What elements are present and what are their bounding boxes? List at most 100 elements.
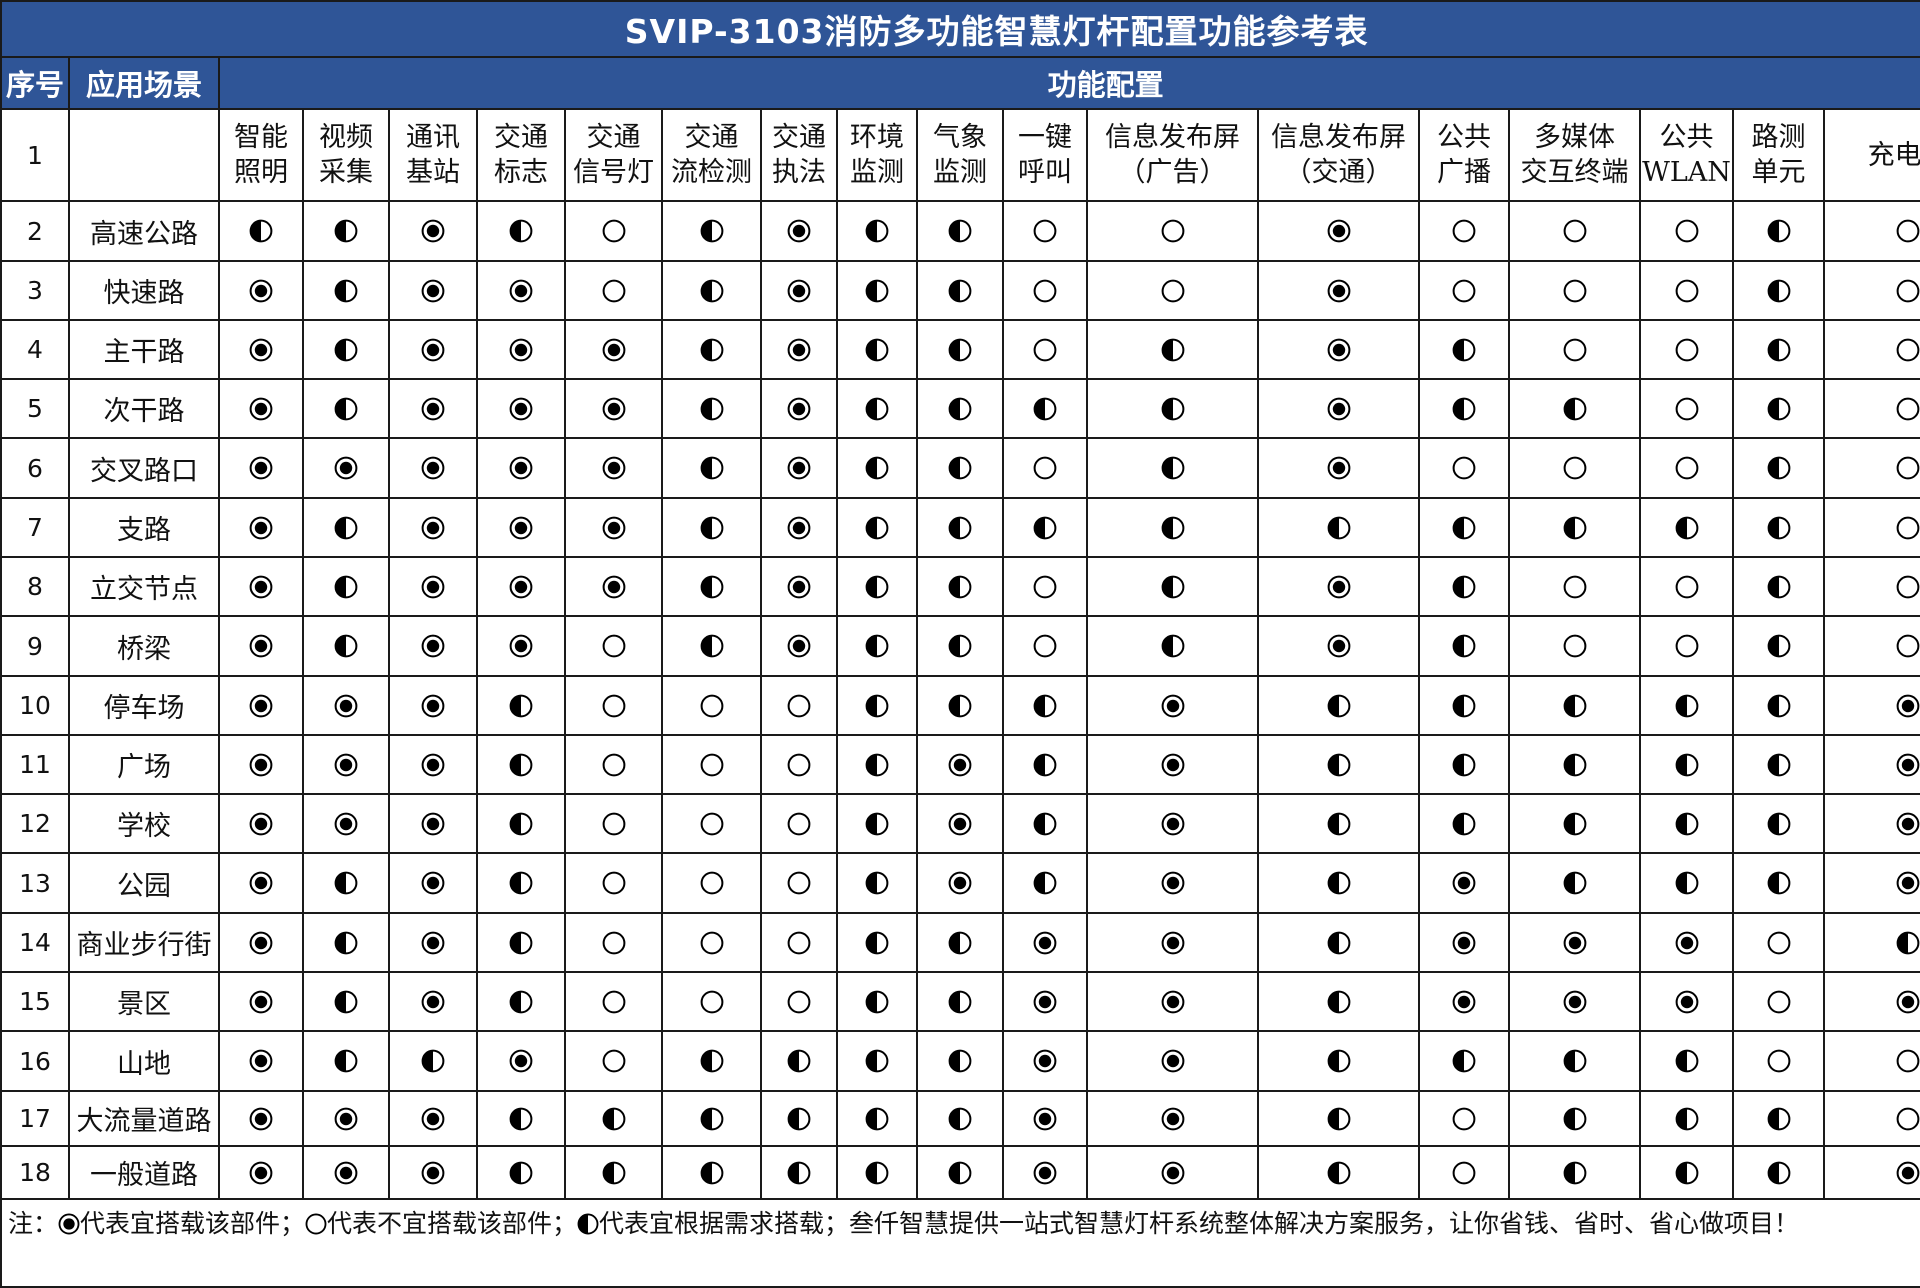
config-cell <box>1002 319 1088 380</box>
bullseye-icon <box>787 397 811 420</box>
empty-circle-icon <box>700 812 723 835</box>
config-cell <box>1257 319 1420 380</box>
bullseye-icon <box>249 516 273 539</box>
half-circle-icon <box>865 516 889 539</box>
half-circle-icon <box>1033 694 1057 717</box>
config-cell <box>1732 1030 1825 1092</box>
bullseye-icon <box>421 1107 445 1130</box>
config-cell <box>1822 378 1920 439</box>
config-cell <box>1086 1030 1259 1092</box>
config-cell <box>476 200 566 262</box>
scene-name <box>68 108 220 202</box>
bullseye-icon <box>1896 753 1920 776</box>
half-circle-icon <box>865 575 889 598</box>
config-cell <box>1639 1090 1734 1147</box>
bullseye-icon <box>509 338 533 361</box>
half-circle-icon <box>1767 575 1790 598</box>
feature-label-line: 环境 <box>850 122 904 153</box>
scene-name: 公园 <box>68 852 220 914</box>
feature-label-line: 执法 <box>772 157 826 188</box>
half-circle-icon <box>865 279 889 302</box>
half-circle-icon <box>334 871 358 895</box>
config-cell <box>218 1030 304 1092</box>
half-circle-icon <box>1327 812 1350 835</box>
config-cell <box>1639 793 1734 854</box>
config-cell <box>916 200 1004 262</box>
config-cell <box>1002 1030 1088 1092</box>
table-row: 16 山地 <box>0 1030 1920 1092</box>
empty-circle-icon <box>1675 634 1698 658</box>
empty-circle-icon <box>1033 575 1057 598</box>
config-cell <box>1086 971 1259 1032</box>
half-circle-icon <box>700 1049 723 1073</box>
empty-circle-icon <box>1675 397 1698 420</box>
bullseye-icon <box>1327 575 1350 598</box>
bullseye-icon <box>1033 990 1057 1013</box>
half-circle-icon <box>1452 694 1476 717</box>
feature-label-line: 公共 <box>1659 122 1714 153</box>
empty-circle-icon <box>1033 279 1057 302</box>
config-cell <box>476 319 566 380</box>
feature-label-line: 流检测 <box>671 157 752 188</box>
config-cell <box>564 793 663 854</box>
config-cell <box>1002 378 1088 439</box>
bullseye-icon <box>249 931 273 954</box>
config-cell <box>1639 556 1734 617</box>
empty-circle-icon <box>1896 634 1920 658</box>
bullseye-icon <box>787 219 811 243</box>
half-circle-icon <box>577 1213 599 1235</box>
empty-circle-icon <box>1033 456 1057 480</box>
half-circle-icon <box>700 634 723 658</box>
half-circle-icon <box>1327 871 1350 895</box>
table-row: 14 商业步行街 <box>0 912 1920 973</box>
config-cell <box>564 1145 663 1200</box>
config-cell <box>302 734 390 795</box>
empty-circle-icon <box>602 634 625 658</box>
bullseye-icon <box>334 753 358 776</box>
bullseye-icon <box>1452 871 1476 895</box>
config-cell <box>476 378 566 439</box>
config-cell <box>1822 260 1920 321</box>
config-cell <box>916 1090 1004 1147</box>
row-index: 15 <box>0 971 70 1032</box>
feature-label-line: 监测 <box>933 157 987 188</box>
config-cell <box>1508 1030 1641 1092</box>
config-cell <box>302 1090 390 1147</box>
config-cell <box>1418 793 1510 854</box>
half-circle-icon <box>1161 516 1184 539</box>
config-cell <box>476 497 566 558</box>
config-cell <box>836 1145 918 1200</box>
bullseye-icon <box>602 456 625 480</box>
config-cell <box>661 793 762 854</box>
row-index: 4 <box>0 319 70 380</box>
scene-name: 次干路 <box>68 378 220 439</box>
feature-header: 视频 采集 <box>302 108 390 202</box>
config-cell <box>661 200 762 262</box>
config-cell <box>476 1145 566 1200</box>
table-title: SVIP-3103消防多功能智慧灯杆配置功能参考表 <box>0 0 1920 58</box>
half-circle-icon <box>1452 575 1476 598</box>
bullseye-icon <box>249 634 273 658</box>
bullseye-icon <box>421 634 445 658</box>
half-circle-icon <box>334 931 358 954</box>
config-cell <box>1508 734 1641 795</box>
bullseye-icon <box>249 1107 273 1130</box>
config-cell <box>1822 1030 1920 1092</box>
half-circle-icon <box>602 1161 625 1184</box>
config-cell <box>388 200 478 262</box>
half-circle-icon <box>948 456 972 480</box>
config-cell <box>1508 971 1641 1032</box>
bullseye-icon <box>1161 812 1184 835</box>
bullseye-icon <box>602 397 625 420</box>
empty-circle-icon <box>1033 219 1057 243</box>
feature-label-line: 交通 <box>684 122 739 153</box>
config-cell <box>1418 1090 1510 1147</box>
empty-circle-icon <box>602 694 625 717</box>
config-cell <box>1639 971 1734 1032</box>
config-cell <box>302 1030 390 1092</box>
row-index: 11 <box>0 734 70 795</box>
half-circle-icon <box>865 753 889 776</box>
config-cell <box>1418 200 1510 262</box>
config-cell <box>302 556 390 617</box>
config-cell <box>564 556 663 617</box>
